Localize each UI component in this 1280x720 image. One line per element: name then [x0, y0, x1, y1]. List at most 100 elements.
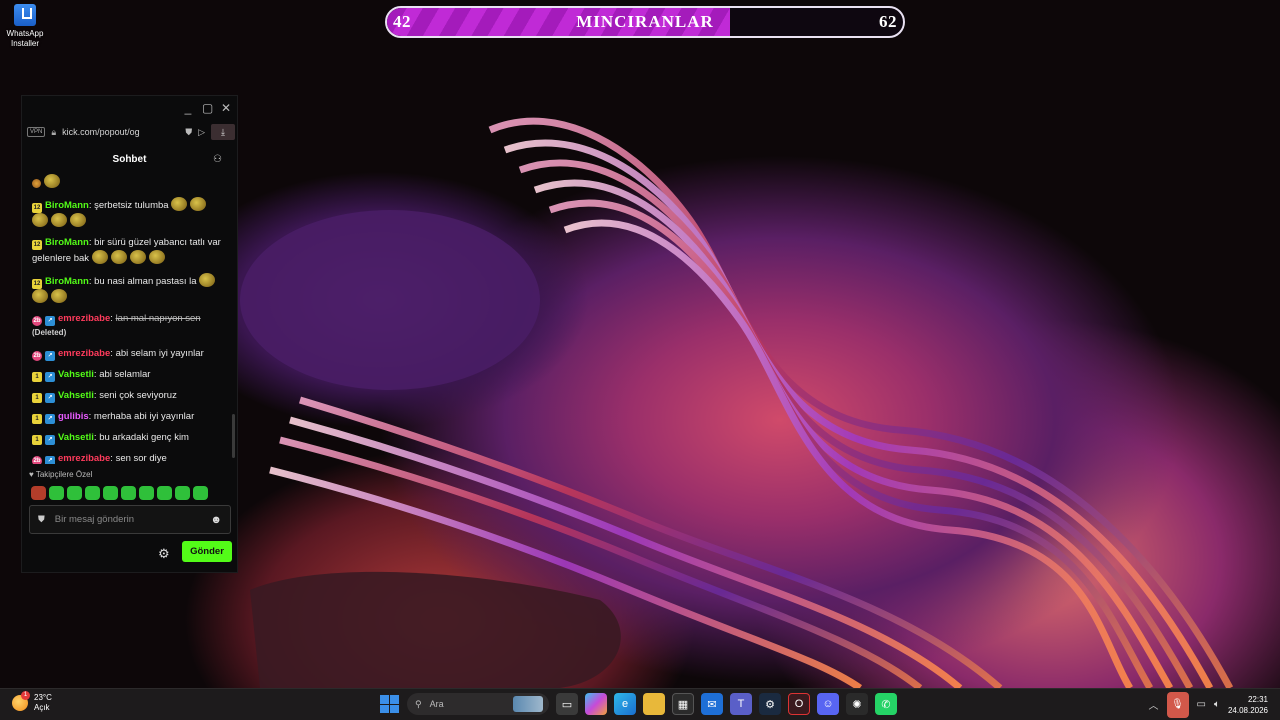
shield-icon[interactable]: ⛊: [185, 127, 192, 138]
emote-icon[interactable]: [49, 486, 64, 500]
goal-progress-bar: MINCIRANLAR 42 62: [385, 6, 905, 38]
goal-title: MINCIRANLAR: [576, 12, 714, 31]
emote-icon: [44, 174, 60, 188]
lock-icon[interactable]: 🔒︎: [51, 127, 56, 138]
subscriber-badge-icon[interactable]: 12: [32, 240, 42, 250]
chat-username[interactable]: gulibis: [58, 411, 89, 422]
emote-icon[interactable]: [121, 486, 136, 500]
store-icon[interactable]: ▦: [672, 693, 694, 715]
chat-username[interactable]: emrezibabe: [58, 348, 110, 359]
whatsapp-icon[interactable]: ✆: [875, 693, 897, 715]
emote-icon[interactable]: [103, 486, 118, 500]
subscriber-badge-icon[interactable]: 2b: [32, 316, 42, 326]
opera-icon[interactable]: O: [788, 693, 810, 715]
emote-icon[interactable]: [67, 486, 82, 500]
shield-icon: ⛊: [38, 514, 45, 524]
chat-username[interactable]: Vahsetli: [58, 432, 94, 443]
taskbar-search[interactable]: ⚲ Ara: [407, 693, 549, 715]
chat-username[interactable]: Vahsetli: [58, 390, 94, 401]
weather-temp: 23°C: [34, 693, 52, 702]
clock-date: 24.08.2026: [1227, 705, 1268, 715]
subscriber-badge-icon[interactable]: 12: [32, 279, 42, 289]
chat-message-text: abi selamlar: [99, 369, 151, 380]
chat-username[interactable]: Vahsetli: [58, 369, 94, 380]
subscriber-badge-icon[interactable]: 1: [32, 435, 42, 445]
chat-message: 1 ↗ Vahsetli: seni çok seviyoruz: [32, 389, 228, 403]
clock[interactable]: 22:31 24.08.2026: [1228, 694, 1268, 716]
taskbar-apps: ⚲ Ara ▭ e ▦ ✉ T ⚙ O ☺ ✺ ✆: [378, 693, 897, 715]
chat-input-box[interactable]: ⛊ Bir mesaj gönderin ☻: [29, 505, 231, 534]
emote-icon[interactable]: [139, 486, 154, 500]
send-page-icon[interactable]: ▷: [198, 127, 205, 138]
emote-icon: [32, 289, 48, 303]
maximize-icon[interactable]: ▢: [202, 101, 213, 115]
gear-icon[interactable]: ⚙: [158, 546, 170, 562]
chat-username[interactable]: emrezibabe: [58, 453, 110, 464]
teams-icon[interactable]: T: [730, 693, 752, 715]
subscriber-badge-icon[interactable]: 2b: [32, 456, 42, 464]
emote-icon[interactable]: [157, 486, 172, 500]
verified-badge-icon[interactable]: ↗: [45, 393, 55, 403]
volume-icon[interactable]: 🔈︎: [1214, 699, 1220, 710]
file-icon[interactable]: ▭: [556, 693, 578, 715]
emote-icon: [199, 273, 216, 287]
emote-icon[interactable]: [193, 486, 208, 500]
subscriber-badge-icon[interactable]: 2b: [32, 351, 42, 361]
desktop-shortcut-whatsapp-installer[interactable]: WhatsApp Installer: [2, 4, 48, 49]
emoji-picker-icon[interactable]: ☻: [210, 514, 222, 526]
chat-username[interactable]: BiroMann: [45, 276, 89, 287]
url-text[interactable]: kick.com/popout/og: [62, 127, 179, 137]
chat-message: 1 ↗ Vahsetli: bu arkadaki genç kim: [32, 431, 228, 445]
subscriber-badge-icon[interactable]: 12: [32, 203, 42, 213]
chevron-up-icon[interactable]: ︿: [1149, 697, 1159, 712]
edge-icon[interactable]: e: [614, 693, 636, 715]
minimize-icon[interactable]: _: [183, 101, 193, 115]
emote-picker-row[interactable]: [31, 486, 208, 500]
download-icon: [14, 4, 36, 26]
users-icon[interactable]: ⚇: [213, 154, 222, 165]
weather-widget[interactable]: 23°C Açık: [12, 691, 52, 713]
system-tray: ︿ 🎙︎ ▭ 🔈︎ 22:31 24.08.2026: [1149, 689, 1280, 720]
vpn-badge[interactable]: VPN: [27, 127, 46, 137]
verified-badge-icon[interactable]: ↗: [45, 351, 55, 361]
emote-icon[interactable]: [85, 486, 100, 500]
microphone-icon[interactable]: 🎙︎: [1166, 691, 1189, 718]
subscriber-badge-icon[interactable]: 1: [32, 372, 42, 382]
chat-message-list[interactable]: 12 BiroMann: şerbetsiz tulumba 12 BiroMann…: [32, 174, 228, 464]
chat-input-placeholder[interactable]: Bir mesaj gönderin: [55, 514, 201, 525]
emote-icon[interactable]: [31, 486, 46, 500]
copilot-icon[interactable]: [585, 693, 607, 715]
folder-icon[interactable]: [643, 693, 665, 715]
verified-badge-icon[interactable]: ↗: [45, 414, 55, 424]
emote-icon: [51, 213, 67, 227]
send-button[interactable]: Gönder: [182, 541, 232, 562]
chat-username[interactable]: BiroMann: [45, 200, 89, 211]
monitor-icon[interactable]: ▭: [1197, 699, 1206, 710]
mail-icon[interactable]: ✉: [701, 693, 723, 715]
chat-scrollbar[interactable]: [232, 414, 235, 458]
verified-badge-icon[interactable]: ↗: [45, 435, 55, 445]
chat-username[interactable]: emrezibabe: [58, 313, 110, 324]
chat-header: Sohbet ⚇: [22, 154, 237, 170]
emote-icon: [91, 250, 108, 264]
verified-badge-icon[interactable]: ↗: [45, 372, 55, 382]
download-icon[interactable]: ⤓: [211, 124, 235, 140]
discord-icon[interactable]: ☺: [817, 693, 839, 715]
chat-username[interactable]: BiroMann: [45, 237, 89, 248]
steam-icon[interactable]: ⚙: [759, 693, 781, 715]
chat-message-text: bu arkadaki genç kim: [99, 432, 189, 443]
verified-badge-icon[interactable]: ↗: [45, 456, 55, 464]
subscriber-badge-icon[interactable]: 1: [32, 393, 42, 403]
start-button[interactable]: [378, 693, 400, 715]
deleted-tag: (Deleted): [32, 328, 67, 337]
emote-group: [91, 250, 168, 264]
chat-message: 1 ↗ Vahsetli: abi selamlar: [32, 368, 228, 382]
verified-badge-icon[interactable]: ↗: [45, 316, 55, 326]
emote-icon: [32, 179, 41, 188]
emote-icon: [190, 197, 207, 211]
chatgpt-icon[interactable]: ✺: [846, 693, 868, 715]
emote-icon[interactable]: [175, 486, 190, 500]
address-bar[interactable]: VPN 🔒︎ kick.com/popout/og ⛊ ▷ ⤓: [27, 123, 235, 141]
subscriber-badge-icon[interactable]: 1: [32, 414, 42, 424]
close-icon[interactable]: ✕: [221, 101, 231, 115]
